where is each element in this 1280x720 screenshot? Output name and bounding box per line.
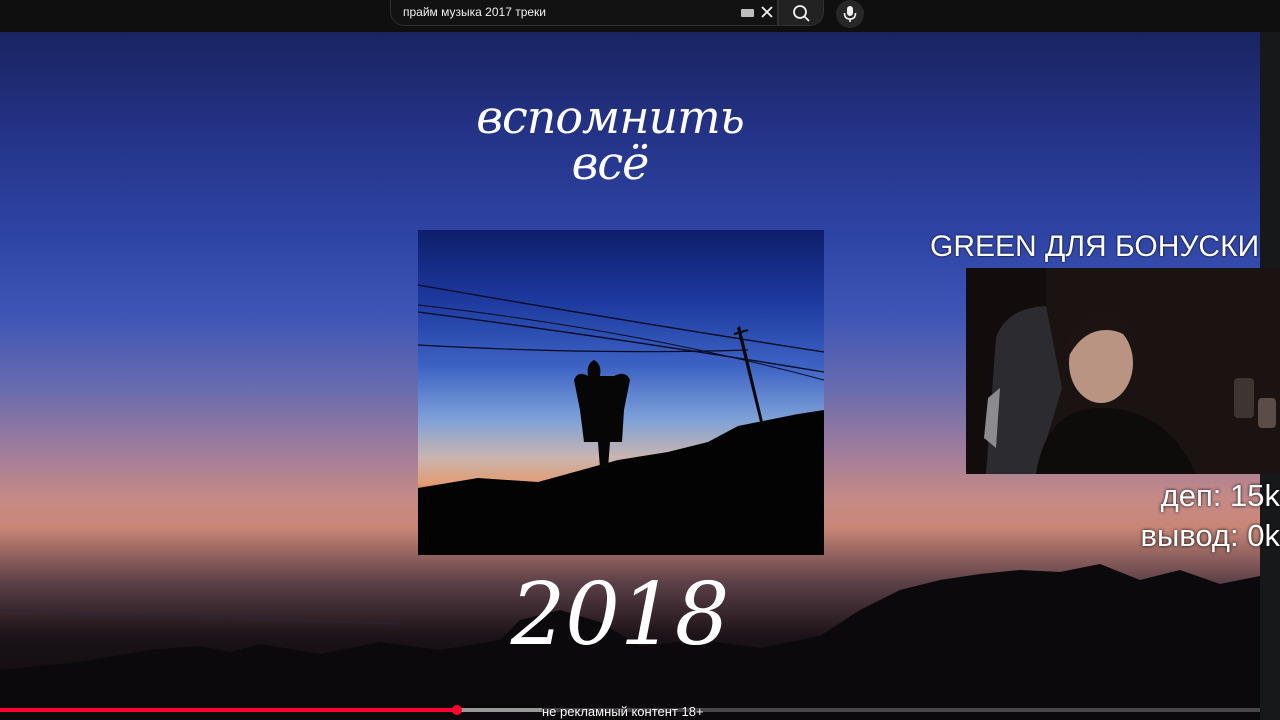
- search-button[interactable]: [778, 0, 824, 26]
- voice-search-button[interactable]: [836, 0, 864, 28]
- cover-photo: [418, 284, 824, 555]
- top-bar: прайм музыка 2017 треки: [0, 0, 1280, 32]
- streamer-image: [966, 268, 1280, 474]
- close-icon[interactable]: [758, 3, 776, 21]
- progress-buffered: [457, 708, 542, 712]
- search-icon: [793, 5, 810, 22]
- keyboard-icon[interactable]: [741, 9, 754, 17]
- mic-icon: [843, 6, 857, 22]
- album-cover: [418, 230, 824, 555]
- deposit-counter: деп: 15k: [1160, 478, 1280, 513]
- search-input[interactable]: прайм музыка 2017 треки: [390, 0, 778, 26]
- video-year-art: 2018: [510, 565, 730, 665]
- progress-played: [0, 708, 458, 712]
- disclaimer-text: не рекламный контент 18+: [542, 704, 704, 719]
- webcam-feed: [966, 268, 1280, 474]
- withdrawal-counter: вывод: 0k: [1140, 518, 1280, 553]
- video-title-art: вспомнить всё: [476, 90, 745, 190]
- promo-text: GREEN ДЛЯ БОНУСКИ: [930, 230, 1260, 263]
- search-query[interactable]: прайм музыка 2017 треки: [403, 5, 546, 19]
